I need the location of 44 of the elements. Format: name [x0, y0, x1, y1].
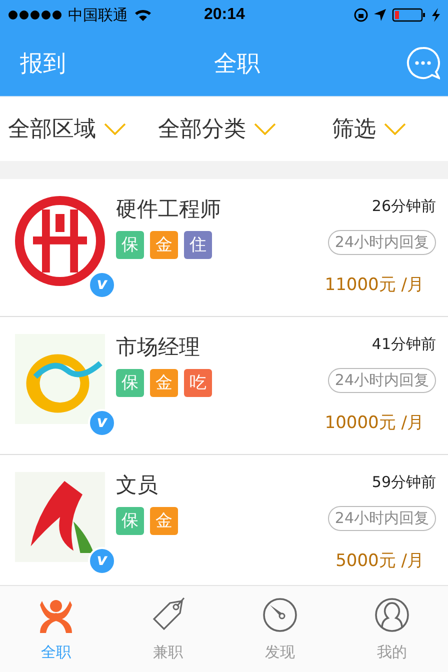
chevron-down-icon — [384, 123, 406, 135]
verified-badge: v — [88, 409, 116, 437]
job-title: 硬件工程师 — [116, 196, 222, 223]
chevron-down-icon — [254, 123, 276, 135]
benefit-tag: 保 — [116, 369, 144, 397]
benefit-tag: 金 — [150, 507, 178, 535]
user-icon — [374, 596, 410, 634]
signal-icon — [8, 10, 62, 20]
job-card[interactable]: v 市场经理 保 金 吃 41分钟前 24小时内回复 10000元 /月 — [0, 317, 448, 455]
carrier-name: 中国联通 — [68, 6, 128, 24]
chat-bubble-icon — [406, 46, 440, 80]
verified-badge: v — [88, 271, 116, 299]
job-title: 文员 — [116, 472, 159, 499]
gauge-icon — [262, 596, 298, 634]
benefit-tag: 金 — [150, 231, 178, 259]
filter-dropdown[interactable]: 全部区域 — [8, 114, 158, 144]
benefit-tag: 住 — [184, 231, 212, 259]
benefit-tag: 保 — [116, 507, 144, 535]
benefit-tag: 保 — [116, 231, 144, 259]
filter-dropdown[interactable]: 筛选 — [332, 114, 406, 144]
reply-pill: 24小时内回复 — [328, 230, 436, 255]
salary-text: 11000元 /月 — [324, 274, 424, 296]
verified-badge: v — [88, 547, 116, 575]
filter-dropdown[interactable]: 全部分类 — [158, 114, 332, 144]
reply-pill: 24小时内回复 — [328, 368, 436, 393]
clock-time: 20:14 — [204, 6, 245, 24]
wifi-icon — [134, 8, 152, 22]
benefit-tag: 吃 — [184, 369, 212, 397]
posted-time: 26分钟前 — [372, 197, 436, 216]
chevron-down-icon — [104, 123, 126, 135]
message-button[interactable] — [406, 46, 440, 80]
location-arrow-icon — [374, 9, 386, 21]
rotation-lock-icon — [354, 8, 368, 22]
page-title: 全职 — [214, 50, 260, 78]
salary-text: 10000元 /月 — [324, 412, 424, 434]
battery-icon — [392, 8, 426, 22]
job-card[interactable]: v 硬件工程师 保 金 住 26分钟前 24小时内回复 11000元 /月 — [0, 179, 448, 317]
job-title: 市场经理 — [116, 334, 201, 361]
charging-bolt-icon — [432, 8, 440, 22]
benefit-tag: 金 — [150, 369, 178, 397]
salary-text: 5000元 /月 — [336, 550, 424, 572]
posted-time: 41分钟前 — [372, 335, 436, 354]
reply-pill: 24小时内回复 — [328, 506, 436, 531]
posted-time: 59分钟前 — [372, 473, 436, 492]
